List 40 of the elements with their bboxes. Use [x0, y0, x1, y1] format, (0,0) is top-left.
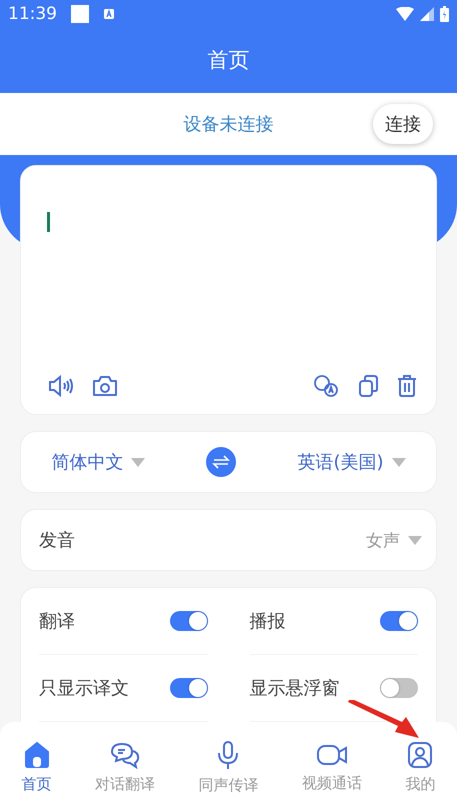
signal-icon [420, 6, 434, 20]
camera-icon[interactable] [91, 374, 119, 398]
nav-tab[interactable]: 我的 [405, 740, 436, 794]
trash-icon[interactable] [396, 374, 418, 398]
text-cursor [47, 212, 50, 232]
source-language-dropdown[interactable]: 简体中文 [51, 450, 146, 474]
profile-icon [407, 740, 434, 768]
toggle-switch[interactable] [170, 611, 208, 631]
text-input-area[interactable] [20, 165, 437, 415]
toggle-label: 播报 [250, 610, 286, 633]
swap-button[interactable] [206, 447, 236, 477]
connect-button[interactable]: 连接 [373, 104, 433, 144]
page-title: 首页 [206, 47, 250, 74]
battery-icon [440, 6, 449, 22]
home-icon [22, 740, 51, 768]
toggle-label: 翻译 [39, 610, 75, 633]
microphone-icon [216, 740, 240, 770]
status-time: 11:39 [8, 4, 57, 24]
wifi-icon [396, 6, 414, 20]
notification-icon [71, 4, 89, 22]
voice-dropdown[interactable]: 女声 [366, 528, 422, 552]
toggle-switch[interactable] [380, 611, 418, 631]
nav-tab[interactable]: 视频通话 [302, 742, 362, 792]
device-status: 设备未连接 [184, 113, 274, 136]
toggle-label: 显示悬浮窗 [250, 677, 340, 700]
keyboard-icon [103, 8, 115, 20]
speaker-icon[interactable] [47, 374, 75, 398]
nav-tab[interactable]: 同声传译 [198, 740, 258, 794]
copy-icon[interactable] [356, 374, 380, 398]
nav-tab[interactable]: 首页 [22, 740, 52, 794]
toggle-switch[interactable] [170, 678, 208, 698]
swap-icon [212, 455, 230, 469]
toggle-switch[interactable] [380, 678, 418, 698]
target-language-dropdown[interactable]: 英语(美国) [297, 450, 406, 474]
chat-icon [109, 740, 142, 768]
annotation-arrow [348, 700, 420, 740]
voice-label: 发音 [39, 529, 75, 552]
nav-tab[interactable]: 对话翻译 [95, 740, 156, 794]
translate-icon[interactable] [312, 374, 340, 398]
toggle-label: 只显示译文 [39, 677, 129, 700]
